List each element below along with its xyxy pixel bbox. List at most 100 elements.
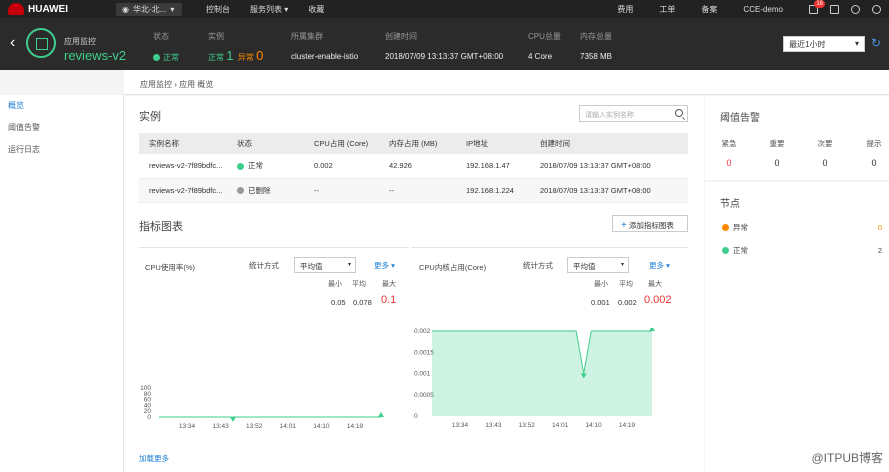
y-tick-label: 0 bbox=[414, 413, 418, 420]
nav-account[interactable]: CCE-demo bbox=[743, 5, 783, 14]
y-tick-label: 0.001 bbox=[414, 371, 431, 378]
node-row-normal[interactable]: 正常 2 bbox=[722, 245, 882, 256]
col-cpu[interactable]: CPU占用 (Core) bbox=[304, 133, 379, 154]
instances-ok-label: 正常 bbox=[208, 53, 224, 62]
cpu-core-chart: 0.002 0.0015 0.001 0.0005 0 13:34 13:43 13:52 14… bbox=[414, 328, 655, 429]
stat-method-value: 平均值 bbox=[573, 262, 596, 271]
table-row: reviews-v2-7f89bdfc... 正常 0.002 42.926 1… bbox=[139, 154, 688, 179]
cluster-label: 所属集群 bbox=[291, 32, 323, 41]
time-range-select[interactable]: 最近1小时 ▾ bbox=[783, 36, 865, 52]
clock-icon[interactable] bbox=[872, 4, 881, 14]
alarm-count: 0 bbox=[822, 158, 828, 168]
alarms-title: 阈值告警 bbox=[720, 113, 760, 124]
region-selector[interactable]: ◉ 华北-北... ▾ bbox=[116, 2, 182, 16]
time-range-value: 最近1小时 bbox=[789, 40, 826, 49]
chart-more-link[interactable]: 更多 ▾ bbox=[374, 260, 395, 271]
cpu-total-value: 4 Core bbox=[528, 52, 553, 61]
y-tick-label: 0.0015 bbox=[414, 349, 434, 356]
stat-method-value: 平均值 bbox=[300, 262, 323, 271]
status-ok-icon bbox=[237, 162, 244, 170]
max-marker bbox=[378, 411, 384, 417]
stat-max-value: 0.002 bbox=[644, 294, 672, 306]
check-icon bbox=[722, 247, 729, 254]
col-ip[interactable]: IP地址 bbox=[456, 133, 530, 154]
x-tick-label: 14:10 bbox=[313, 423, 330, 430]
alarm-major[interactable]: 重要 0 bbox=[762, 138, 792, 168]
alarm-critical[interactable]: 紧急 0 bbox=[714, 138, 744, 168]
instance-created: 2018/07/09 13:13:37 GMT+08:00 bbox=[530, 178, 688, 203]
stat-method-select[interactable]: 平均值 ▾ bbox=[294, 257, 356, 273]
mem-total-label: 内存总量 bbox=[580, 32, 612, 41]
x-tick-label: 13:43 bbox=[485, 422, 502, 429]
col-name[interactable]: 实例名称 bbox=[139, 133, 227, 154]
instances-err-count: 0 bbox=[256, 48, 264, 63]
huawei-logo-icon bbox=[8, 3, 24, 15]
nav-filing[interactable]: 备案 bbox=[701, 4, 717, 15]
chart-more-link[interactable]: 更多 ▾ bbox=[649, 260, 670, 271]
stat-min-label: 最小 bbox=[594, 281, 608, 288]
refresh-icon[interactable]: ↻ bbox=[871, 36, 881, 50]
back-arrow-icon[interactable]: ‹ bbox=[10, 35, 15, 51]
mail-icon[interactable]: 16 bbox=[809, 0, 825, 14]
instances-table: 实例名称 状态 CPU占用 (Core) 内存占用 (MB) IP地址 创建时间… bbox=[139, 133, 688, 203]
nav-threshold-alarms[interactable]: 阈值告警 bbox=[0, 117, 123, 139]
instances-err-label: 异常 bbox=[237, 53, 254, 62]
instance-name-link[interactable]: reviews-v2-7f89bdfc... bbox=[139, 178, 227, 203]
bar-chart-icon[interactable] bbox=[830, 4, 839, 14]
chevron-down-icon: ▾ bbox=[170, 4, 175, 14]
col-status[interactable]: 状态 bbox=[227, 133, 304, 154]
alarm-count: 0 bbox=[871, 158, 877, 168]
plus-icon: + bbox=[621, 220, 627, 231]
instance-ip-link[interactable]: 192.168.1.47 bbox=[456, 154, 530, 179]
alarm-minor[interactable]: 次要 0 bbox=[810, 138, 840, 168]
app-name: reviews-v2 bbox=[64, 48, 127, 63]
chart-more-label: 更多 bbox=[374, 261, 389, 270]
search-icon[interactable] bbox=[675, 109, 683, 117]
x-tick-label: 13:43 bbox=[212, 423, 229, 430]
col-mem[interactable]: 内存占用 (MB) bbox=[379, 133, 456, 154]
header-status: 状态 正常 bbox=[153, 31, 179, 63]
nav-run-logs[interactable]: 运行日志 bbox=[0, 139, 123, 161]
instance-status: 正常 bbox=[248, 161, 263, 171]
stat-method-label: 统计方式 bbox=[523, 261, 553, 270]
instance-mem: 42.926 bbox=[379, 154, 456, 179]
help-icon[interactable] bbox=[851, 4, 860, 14]
search-placeholder: 请输入实例名称 bbox=[585, 112, 634, 119]
nav-favorites[interactable]: 收藏 bbox=[308, 4, 324, 15]
brand-logo[interactable]: HUAWEI bbox=[0, 3, 110, 15]
left-nav: 概览 阈值告警 运行日志 bbox=[0, 95, 124, 472]
nodes-title: 节点 bbox=[720, 199, 740, 210]
nav-overview[interactable]: 概览 bbox=[0, 95, 123, 117]
add-metric-chart-button[interactable]: + 添加指标图表 bbox=[612, 215, 688, 232]
nav-service-list[interactable]: 服务列表 ▾ bbox=[250, 4, 288, 15]
instance-search-input[interactable]: 请输入实例名称 bbox=[579, 105, 688, 122]
load-more-link[interactable]: 加载更多 bbox=[139, 453, 169, 464]
x-tick-label: 13:52 bbox=[519, 422, 536, 429]
instance-status: 已删除 bbox=[248, 185, 271, 195]
stat-min-value: 0.05 bbox=[331, 298, 346, 307]
nav-tickets[interactable]: 工单 bbox=[659, 4, 675, 15]
alarms-panel: 阈值告警 紧急 0 重要 0 次要 0 提示 0 bbox=[705, 96, 889, 180]
alarm-count: 0 bbox=[774, 158, 780, 168]
col-created[interactable]: 创建时间 bbox=[530, 133, 688, 154]
nav-billing[interactable]: 费用 bbox=[617, 4, 633, 15]
status-deleted-icon bbox=[237, 187, 244, 195]
chart-more-label: 更多 bbox=[649, 261, 664, 270]
stat-min-value: 0.001 bbox=[591, 298, 610, 307]
chart-panel-cpu-core: CPU内核占用(Core) 统计方式 平均值 ▾ 更多 ▾ 最小 平均 最大 0.… bbox=[412, 247, 688, 429]
nav-console[interactable]: 控制台 bbox=[206, 4, 230, 15]
instance-name-link[interactable]: reviews-v2-7f89bdfc... bbox=[139, 154, 227, 179]
app-header: ‹ 应用监控 reviews-v2 状态 正常 实例 正常 1 异常 0 所属集… bbox=[0, 18, 889, 70]
stat-method-label: 统计方式 bbox=[249, 261, 279, 270]
instance-ip-link[interactable]: 192.168.1.224 bbox=[456, 178, 530, 203]
stat-min-label: 最小 bbox=[328, 281, 342, 288]
node-row-abnormal[interactable]: 异常 0 bbox=[722, 222, 882, 233]
watermark: @ITPUB博客 bbox=[811, 451, 883, 465]
stat-method-select[interactable]: 平均值 ▾ bbox=[567, 257, 629, 273]
mem-total-value: 7358 MB bbox=[580, 52, 613, 61]
x-tick-label: 13:34 bbox=[452, 422, 469, 429]
header-memory: 内存总量 7358 MB bbox=[580, 31, 612, 61]
x-tick-label: 14:10 bbox=[585, 422, 602, 429]
min-marker bbox=[230, 416, 236, 422]
alarm-info[interactable]: 提示 0 bbox=[859, 138, 889, 168]
